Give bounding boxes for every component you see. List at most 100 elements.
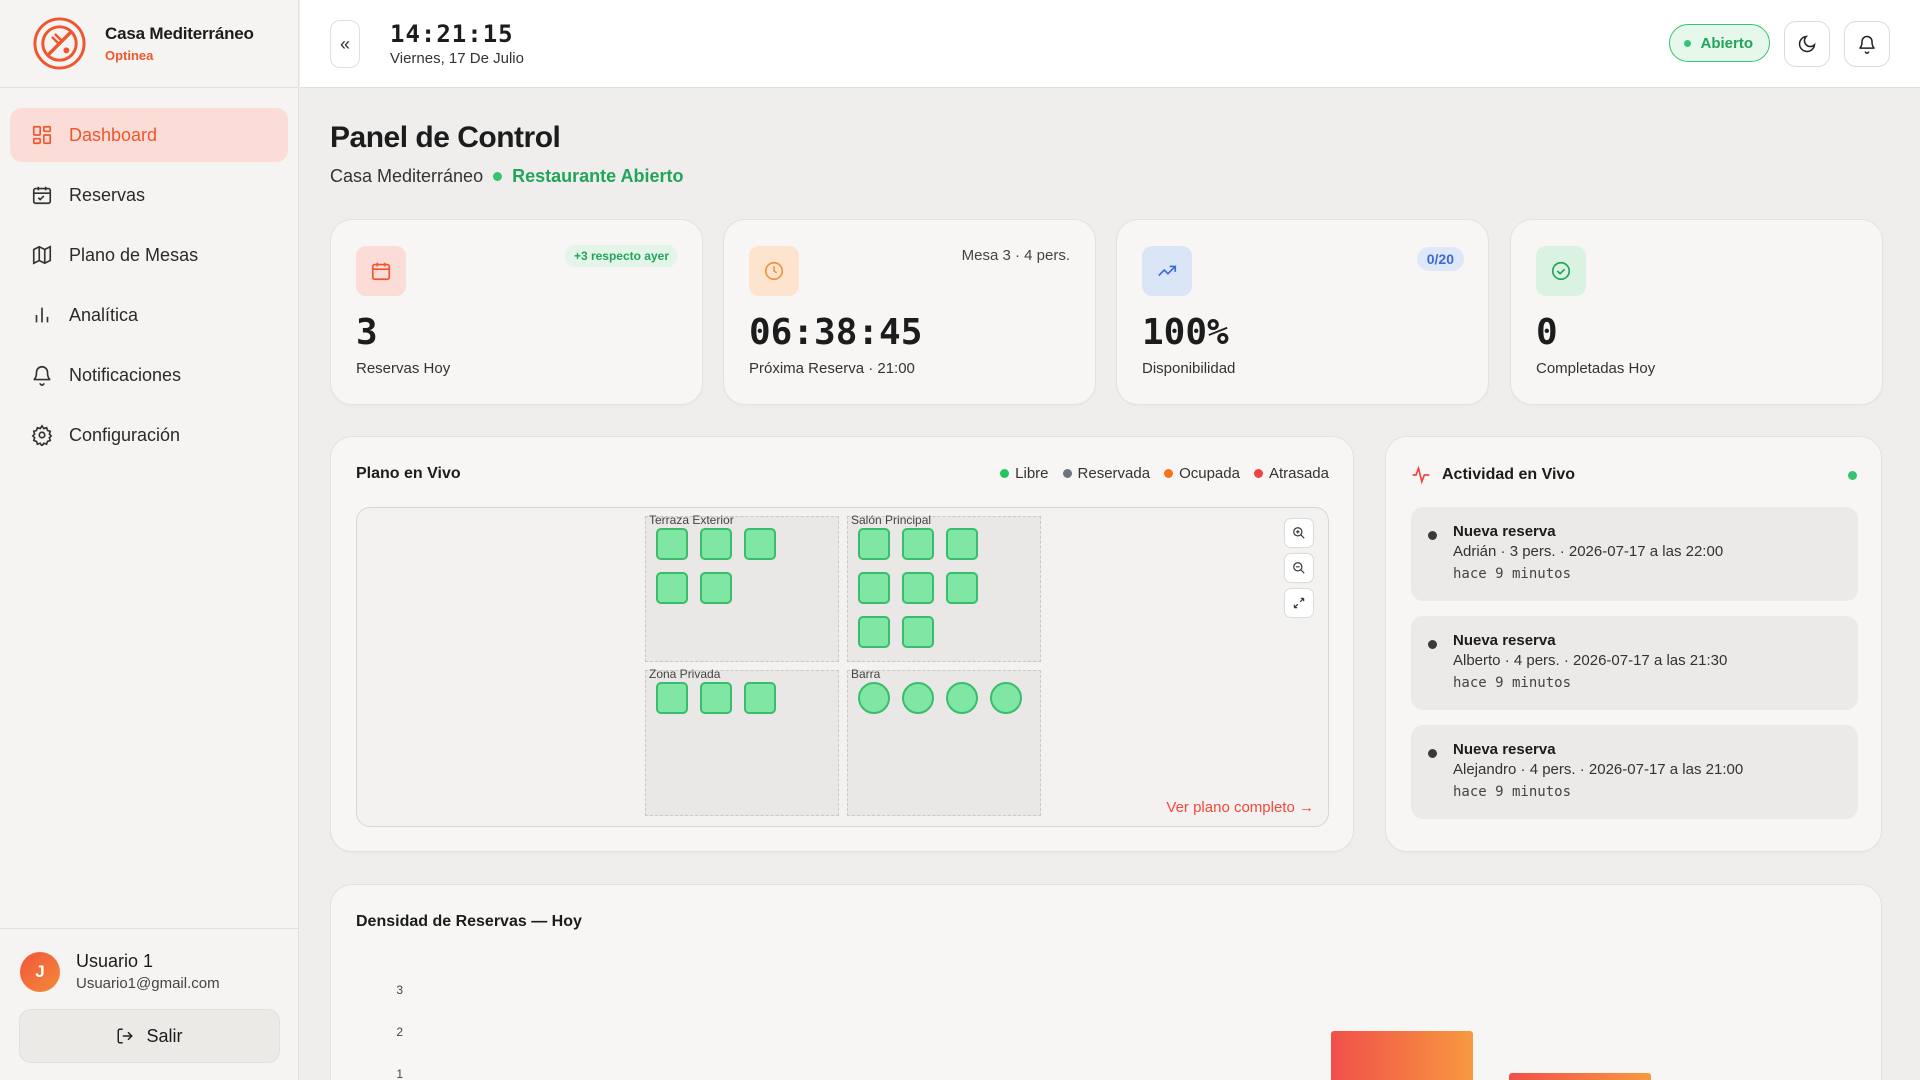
logout-label: Salir	[146, 1025, 183, 1046]
legend-item-atrasada: Atrasada	[1253, 465, 1329, 482]
plano-title: Plano en Vivo	[356, 465, 461, 482]
bell-icon	[33, 366, 51, 386]
dashboard-icon	[32, 125, 52, 145]
zone-privada: Zona Privada	[645, 667, 839, 816]
user-area: J Usuario 1 Usuario1@gmail.com Salir	[0, 928, 299, 1080]
notifications-button[interactable]	[1844, 21, 1890, 67]
open-status-dot	[493, 172, 503, 181]
sidebar-nav: Dashboard Reservas Plano de Mesas Analít…	[0, 88, 298, 488]
table[interactable]	[858, 616, 890, 648]
table[interactable]	[946, 528, 978, 560]
activity-time: hace 9 minutos	[1453, 784, 1572, 800]
table[interactable]	[744, 682, 776, 714]
stat-card-disponibilidad[interactable]: 0/20 100% Disponibilidad	[1116, 219, 1489, 405]
collapse-sidebar-button[interactable]: «	[330, 20, 360, 68]
activity-title: Nueva reserva	[1453, 523, 1556, 540]
bullet	[1428, 749, 1437, 758]
stat-badge: +3 respecto ayer	[564, 245, 678, 267]
y-tick-label: 1	[396, 1067, 403, 1080]
activity-desc: Alberto · 4 pers. · 2026-07-17 a las 21:…	[1453, 652, 1728, 669]
table[interactable]	[700, 682, 732, 714]
sidebar-item-label: Analítica	[69, 304, 139, 325]
zone-label: Terraza Exterior	[649, 513, 734, 527]
zoom-out-button[interactable]	[1284, 553, 1314, 583]
stat-card-completadas[interactable]: 0 Completadas Hoy	[1510, 219, 1883, 405]
zoom-in-button[interactable]	[1284, 518, 1314, 548]
floor-plan-canvas[interactable]: Terraza Exterior Salón Principal Zona Pr…	[356, 507, 1329, 827]
stat-value: 0	[1536, 312, 1558, 353]
sidebar-item-reservas[interactable]: Reservas	[10, 168, 288, 222]
sidebar-item-notificaciones[interactable]: Notificaciones	[10, 348, 288, 402]
table[interactable]	[656, 528, 688, 560]
sidebar-item-configuracion[interactable]: Configuración	[10, 408, 288, 462]
header-clock: 14:21:15	[390, 20, 514, 48]
sidebar-item-label: Notificaciones	[69, 364, 182, 385]
activity-desc: Adrián · 3 pers. · 2026-07-17 a las 22:0…	[1453, 543, 1724, 560]
fullscreen-button[interactable]	[1284, 588, 1314, 618]
legend-item-libre: Libre	[1000, 465, 1049, 482]
table[interactable]	[902, 682, 934, 714]
zone-salon: Salón Principal	[847, 513, 1041, 662]
density-bar[interactable]	[1509, 1073, 1651, 1080]
bell-icon	[1859, 35, 1875, 54]
zone-terraza: Terraza Exterior	[645, 513, 839, 662]
stat-card-proxima[interactable]: Mesa 3 · 4 pers. 06:38:45 Próxima Reserv…	[723, 219, 1096, 405]
activity-title: Nueva reserva	[1453, 741, 1556, 758]
table[interactable]	[700, 528, 732, 560]
view-full-plan-link[interactable]: Ver plano completo →	[1166, 799, 1314, 816]
logout-icon	[117, 1028, 134, 1044]
table[interactable]	[656, 572, 688, 604]
table[interactable]	[858, 682, 890, 714]
actividad-title: Actividad en Vivo	[1411, 465, 1575, 485]
table[interactable]	[946, 572, 978, 604]
activity-item[interactable]: Nueva reserva Alberto · 4 pers. · 2026-0…	[1411, 616, 1858, 710]
sidebar-item-plano[interactable]: Plano de Mesas	[10, 228, 288, 282]
activity-item[interactable]: Nueva reserva Alejandro · 4 pers. · 2026…	[1411, 725, 1858, 819]
brand-logo-icon	[33, 17, 86, 70]
brand-subtitle: Optinea	[105, 48, 154, 63]
table[interactable]	[902, 572, 934, 604]
sidebar-item-analitica[interactable]: Analítica	[10, 288, 288, 342]
user-profile[interactable]: J Usuario 1 Usuario1@gmail.com	[20, 951, 220, 992]
y-tick-label: 2	[396, 1025, 403, 1039]
activity-desc: Alejandro · 4 pers. · 2026-07-17 a las 2…	[1453, 761, 1744, 778]
logout-button[interactable]: Salir	[19, 1009, 280, 1063]
table[interactable]	[902, 528, 934, 560]
page-subtitle: Casa Mediterráneo Restaurante Abierto	[330, 166, 683, 187]
density-bar[interactable]	[1331, 1031, 1473, 1080]
sidebar-item-dashboard[interactable]: Dashboard	[10, 108, 288, 162]
stat-value: 3	[356, 312, 378, 353]
avatar: J	[20, 951, 60, 992]
sidebar-item-label: Plano de Mesas	[69, 244, 199, 265]
activity-time: hace 9 minutos	[1453, 566, 1572, 582]
table[interactable]	[990, 682, 1022, 714]
stat-label: Completadas Hoy	[1536, 360, 1656, 377]
activity-item[interactable]: Nueva reserva Adrián · 3 pers. · 2026-07…	[1411, 507, 1858, 601]
table[interactable]	[858, 528, 890, 560]
stat-card-reservas[interactable]: +3 respecto ayer 3 Reservas Hoy	[330, 219, 703, 405]
zoom-in-icon	[1293, 527, 1305, 539]
status-label: Abierto	[1700, 34, 1754, 52]
theme-toggle-button[interactable]	[1784, 21, 1830, 67]
table[interactable]	[858, 572, 890, 604]
legend-item-reservada: Reservada	[1062, 465, 1150, 482]
table[interactable]	[656, 682, 688, 714]
trending-up-icon	[1142, 246, 1192, 296]
table[interactable]	[902, 616, 934, 648]
stat-value: 100%	[1142, 312, 1229, 353]
sidebar: Casa Mediterráneo Optinea Dashboard Rese…	[0, 0, 299, 1080]
densidad-chart: 3 2 1	[396, 983, 1651, 1080]
table[interactable]	[946, 682, 978, 714]
table[interactable]	[700, 572, 732, 604]
table[interactable]	[744, 528, 776, 560]
calendar-icon	[356, 246, 406, 296]
zone-barra: Barra	[847, 667, 1041, 816]
status-badge[interactable]: Abierto	[1668, 24, 1770, 62]
stat-chip: 0/20	[1416, 247, 1464, 271]
stat-value: 06:38:45	[749, 312, 923, 353]
gear-icon	[31, 424, 53, 446]
restaurant-status: Restaurante Abierto	[512, 166, 684, 186]
zone-label: Zona Privada	[649, 667, 721, 681]
zone-label: Barra	[851, 667, 881, 681]
sidebar-item-label: Configuración	[69, 424, 181, 445]
